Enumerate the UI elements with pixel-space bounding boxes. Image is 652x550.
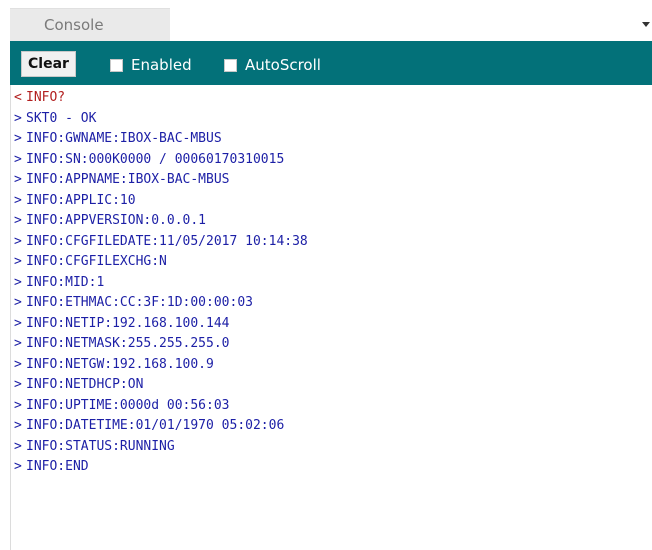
console-line: > INFO:STATUS:RUNNING xyxy=(14,437,644,458)
autoscroll-label: AutoScroll xyxy=(245,56,321,74)
line-text: SKT0 - OK xyxy=(26,110,97,126)
line-direction-marker: > xyxy=(14,438,22,454)
console-line: > INFO:UPTIME:0000d 00:56:03 xyxy=(14,396,644,417)
console-line: > INFO:CFGFILEDATE:11/05/2017 10:14:38 xyxy=(14,232,644,253)
console-line: < INFO? xyxy=(14,88,644,109)
autoscroll-checkbox-group[interactable]: AutoScroll xyxy=(224,55,321,75)
enabled-checkbox-group[interactable]: Enabled xyxy=(110,55,192,75)
line-direction-marker: > xyxy=(14,356,22,372)
line-text: INFO:UPTIME:0000d 00:56:03 xyxy=(26,397,230,413)
console-line: > INFO:NETMASK:255.255.255.0 xyxy=(14,334,644,355)
line-text: INFO:END xyxy=(26,459,89,474)
line-text: INFO:MID:1 xyxy=(26,274,105,290)
line-text: INFO? xyxy=(26,90,66,105)
line-direction-marker: > xyxy=(14,192,22,208)
line-text: INFO:DATETIME:01/01/1970 05:02:06 xyxy=(26,418,285,433)
line-text: INFO:SN:000K0000 / 00060170310015 xyxy=(26,151,285,167)
tab-console[interactable]: Console xyxy=(10,8,170,41)
autoscroll-checkbox[interactable] xyxy=(224,58,237,72)
line-direction-marker: > xyxy=(14,233,22,249)
line-direction-marker: > xyxy=(14,295,22,310)
line-text: INFO:NETIP:192.168.100.144 xyxy=(26,315,230,331)
console-line: > INFO:NETDHCP:ON xyxy=(14,375,644,396)
console-line: > INFO:GWNAME:IBOX-BAC-MBUS xyxy=(14,129,644,150)
clear-button[interactable]: Clear xyxy=(21,51,76,77)
console-line: > INFO:SN:000K0000 / 00060170310015 xyxy=(14,150,644,171)
tab-console-label: Console xyxy=(44,16,104,34)
console-toolbar: Clear Enabled AutoScroll xyxy=(10,41,652,85)
line-text: INFO:APPNAME:IBOX-BAC-MBUS xyxy=(26,172,230,187)
console-output[interactable]: < INFO? > SKT0 - OK > INFO:GWNAME:IBOX-BAC-MB… xyxy=(14,88,644,546)
console-line: > INFO:APPLIC:10 xyxy=(14,191,644,212)
enabled-label: Enabled xyxy=(131,56,192,74)
console-line: > INFO:END xyxy=(14,457,644,478)
console-line: > SKT0 - OK xyxy=(14,109,644,130)
tab-strip: Console xyxy=(10,8,652,41)
line-direction-marker: > xyxy=(14,151,22,167)
line-text: INFO:CFGFILEXCHG:N xyxy=(26,254,167,269)
console-panel: Console Clear Enabled AutoScroll < INFO? >… xyxy=(0,0,652,550)
console-line: > INFO:MID:1 xyxy=(14,273,644,294)
line-text: INFO:NETGW:192.168.100.9 xyxy=(26,356,214,372)
line-direction-marker: > xyxy=(14,254,22,269)
console-line: > INFO:APPVERSION:0.0.0.1 xyxy=(14,211,644,232)
line-direction-marker: > xyxy=(14,459,22,474)
line-direction-marker: > xyxy=(14,274,22,290)
line-text: INFO:APPVERSION:0.0.0.1 xyxy=(26,213,207,228)
enabled-checkbox[interactable] xyxy=(110,58,123,72)
line-direction-marker: > xyxy=(14,377,22,392)
line-text: INFO:APPLIC:10 xyxy=(26,192,136,208)
line-text: INFO:GWNAME:IBOX-BAC-MBUS xyxy=(26,131,222,146)
console-line: > INFO:ETHMAC:CC:3F:1D:00:00:03 xyxy=(14,293,644,314)
line-text: INFO:NETDHCP:ON xyxy=(26,377,144,392)
line-direction-marker: > xyxy=(14,397,22,413)
line-direction-marker: > xyxy=(14,172,22,187)
panel-left-border xyxy=(10,8,11,550)
line-direction-marker: > xyxy=(14,213,22,228)
console-line: > INFO:NETGW:192.168.100.9 xyxy=(14,355,644,376)
console-line: > INFO:NETIP:192.168.100.144 xyxy=(14,314,644,335)
line-direction-marker: > xyxy=(14,315,22,331)
line-text: INFO:ETHMAC:CC:3F:1D:00:00:03 xyxy=(26,295,253,310)
line-text: INFO:NETMASK:255.255.255.0 xyxy=(26,336,230,351)
console-line: > INFO:CFGFILEXCHG:N xyxy=(14,252,644,273)
line-direction-marker: > xyxy=(14,336,22,351)
line-direction-marker: < xyxy=(14,90,22,105)
chevron-down-icon[interactable] xyxy=(642,22,650,27)
line-text: INFO:CFGFILEDATE:11/05/2017 10:14:38 xyxy=(26,233,308,249)
console-line: > INFO:APPNAME:IBOX-BAC-MBUS xyxy=(14,170,644,191)
line-direction-marker: > xyxy=(14,131,22,146)
console-line: > INFO:DATETIME:01/01/1970 05:02:06 xyxy=(14,416,644,437)
line-text: INFO:STATUS:RUNNING xyxy=(26,438,175,454)
line-direction-marker: > xyxy=(14,418,22,433)
line-direction-marker: > xyxy=(14,110,22,126)
